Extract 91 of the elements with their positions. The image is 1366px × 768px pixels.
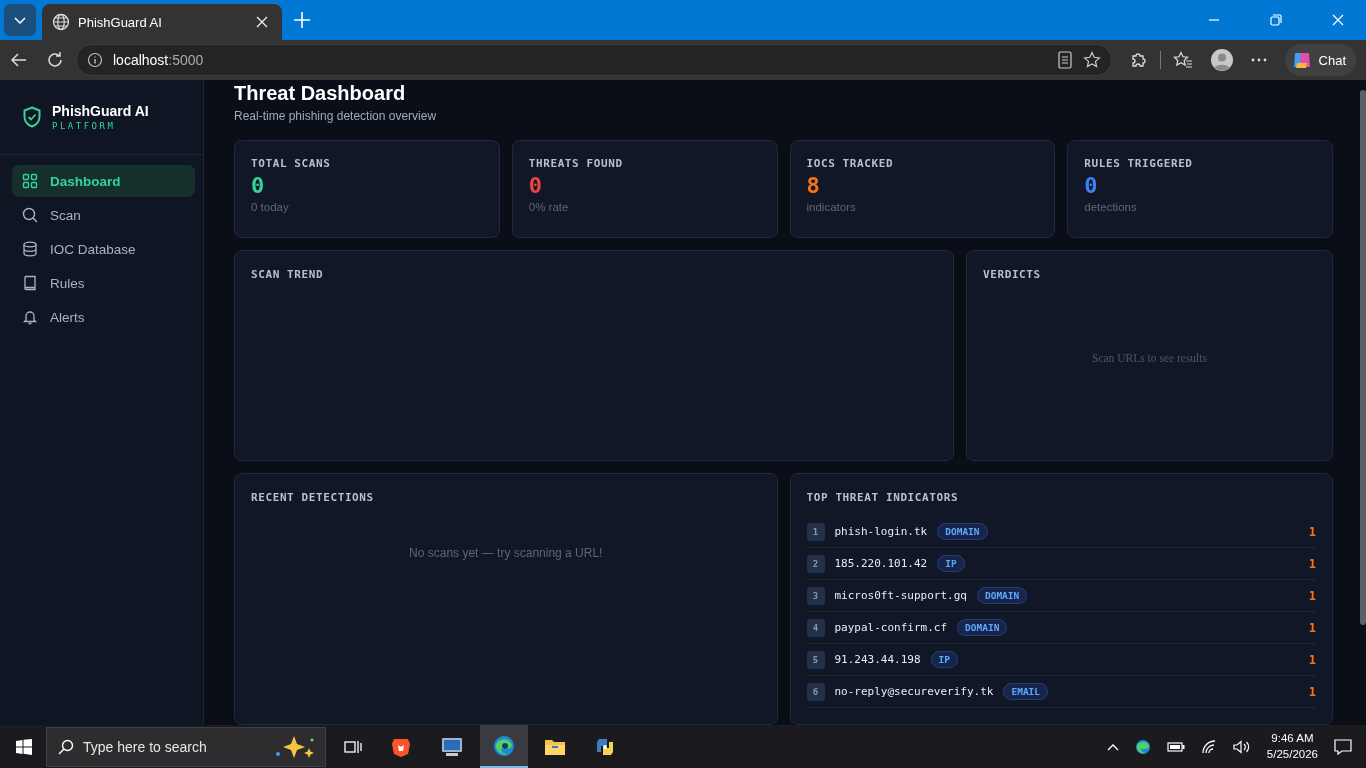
chat-button[interactable]: Chat: [1284, 44, 1356, 76]
empty-message: Scan URLs to see results: [1092, 351, 1207, 364]
type-tag: IP: [930, 651, 959, 668]
refresh-icon[interactable]: [46, 51, 64, 69]
stat-note: 0% rate: [528, 201, 570, 213]
stat-value: 0: [528, 173, 543, 198]
clock-date[interactable]: 5/25/2026: [1266, 746, 1318, 762]
rank-number: 4: [806, 618, 825, 637]
page-subtitle: Real-time phishing detection overview: [234, 109, 438, 123]
globe-icon: [52, 13, 70, 31]
nav-item[interactable]: Alerts: [12, 301, 195, 333]
star-icon[interactable]: [1082, 51, 1101, 69]
nav-item[interactable]: IOC Database: [12, 233, 195, 265]
tab-menu-button[interactable]: [4, 4, 36, 36]
search-icon: [22, 207, 38, 223]
database-icon: [22, 241, 38, 257]
stat-note: 0 today: [251, 201, 290, 213]
hit-count: 1: [1308, 620, 1316, 635]
chevron-up-icon[interactable]: [1106, 742, 1119, 751]
computer-icon[interactable]: [440, 735, 464, 758]
indicator-value: 91.243.44.198: [834, 653, 921, 666]
indicator-value: micros0ft-support.gq: [834, 589, 967, 602]
url-host: localhost: [113, 52, 169, 68]
profile-avatar-icon[interactable]: [1210, 49, 1233, 71]
stat-label: THREATS FOUND: [528, 157, 624, 170]
stat-note: indicators: [806, 201, 857, 213]
close-icon[interactable]: [256, 16, 268, 28]
rank-number: 5: [806, 650, 825, 669]
tab-title: PhishGuard AI: [78, 14, 163, 30]
battery-icon[interactable]: [1166, 741, 1185, 752]
brand-name: PhishGuard AI: [52, 103, 149, 119]
stat-label: IOCS TRACKED: [806, 157, 895, 170]
url-port: :5000: [168, 52, 204, 68]
clock-time[interactable]: 9:46 AM: [1271, 731, 1314, 747]
book-icon: [22, 275, 38, 291]
brand-tagline: PLATFORM: [52, 121, 117, 131]
rank-number: 1: [806, 522, 825, 541]
rank-number: 6: [806, 682, 825, 701]
reader-icon[interactable]: [1056, 51, 1073, 69]
shield-check-icon: [22, 106, 42, 128]
folder-icon[interactable]: [544, 737, 566, 756]
nav-item[interactable]: Scan: [12, 199, 195, 231]
bell-icon: [22, 309, 38, 325]
address-bar[interactable]: localhost:5000: [76, 44, 1112, 76]
new-tab-icon[interactable]: [294, 12, 310, 28]
stat-value: 0: [251, 173, 266, 198]
type-tag: IP: [937, 555, 965, 572]
hit-count: 1: [1308, 652, 1316, 667]
panel-title: RECENT DETECTIONS: [251, 491, 375, 504]
stat-label: RULES TRIGGERED: [1084, 157, 1194, 170]
taskbar-search-field[interactable]: Type here to search: [46, 726, 326, 767]
hit-count: 1: [1308, 684, 1316, 699]
notification-icon[interactable]: [1334, 738, 1352, 755]
browser-tab[interactable]: PhishGuard AI: [42, 4, 282, 40]
type-tag: DOMAIN: [976, 587, 1028, 604]
type-tag: DOMAIN: [937, 523, 988, 540]
hit-count: 1: [1308, 556, 1316, 571]
stat-note: detections: [1084, 201, 1138, 213]
speaker-icon[interactable]: [1232, 739, 1251, 754]
rank-number: 3: [806, 586, 825, 605]
panel-title: TOP THREAT INDICATORS: [806, 491, 960, 504]
panel-title: SCAN TREND: [251, 268, 325, 281]
indicator-value: no-reply@secureverify.tk: [834, 685, 994, 698]
wifi-icon[interactable]: [1200, 739, 1217, 754]
empty-message: No scans yet — try scanning a URL!: [408, 546, 604, 560]
restore-icon[interactable]: [1270, 14, 1282, 26]
page-title: Threat Dashboard: [234, 82, 407, 105]
back-icon[interactable]: [10, 51, 28, 69]
stat-value: 0: [1084, 173, 1099, 198]
hit-count: 1: [1308, 588, 1316, 603]
info-icon: [87, 52, 103, 68]
stat-label: TOTAL SCANS: [251, 157, 332, 170]
more-icon[interactable]: [1250, 58, 1267, 62]
grid-icon: [22, 173, 38, 189]
search-icon: [58, 738, 74, 755]
panel-title: VERDICTS: [983, 268, 1042, 281]
indicator-value: paypal-confirm.cf: [834, 621, 948, 634]
windows-start-icon[interactable]: [16, 738, 32, 755]
edge-taskbar-button[interactable]: [480, 725, 528, 768]
indicator-value: phish-login.tk: [834, 525, 928, 538]
favorites-icon[interactable]: [1172, 51, 1193, 69]
indicator-value: 185.220.101.42: [834, 557, 928, 570]
nav-item[interactable]: Rules: [12, 267, 195, 299]
nav-item[interactable]: Dashboard: [12, 165, 195, 197]
type-tag: DOMAIN: [957, 619, 1008, 636]
rank-number: 2: [806, 554, 825, 573]
hit-count: 1: [1308, 524, 1316, 539]
puzzle-icon[interactable]: [1129, 51, 1148, 69]
stat-value: 8: [806, 173, 821, 198]
task-view-icon[interactable]: [344, 738, 362, 755]
type-tag: EMAIL: [1003, 683, 1049, 700]
